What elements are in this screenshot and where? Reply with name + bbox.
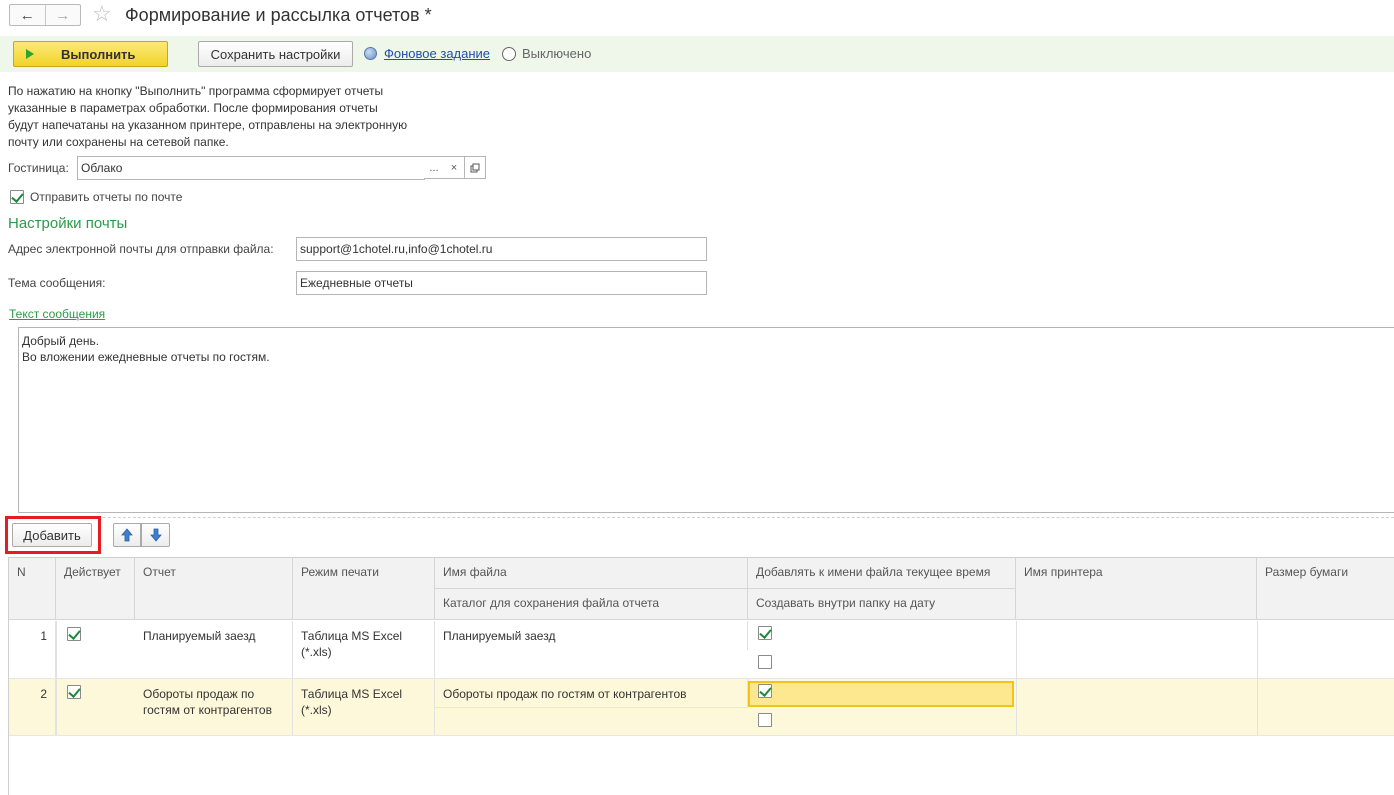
- column-divider: [1257, 621, 1258, 735]
- forward-button[interactable]: →: [46, 5, 81, 25]
- highlight-box: [5, 516, 101, 554]
- mail-settings-title: Настройки почты: [8, 215, 128, 232]
- row-active-checkbox[interactable]: [67, 685, 81, 699]
- row-number: 1: [9, 621, 56, 679]
- description-text: По нажатию на кнопку "Выполнить" програм…: [8, 84, 408, 149]
- background-job-status: Выключено: [522, 46, 592, 61]
- row-subdivider: [435, 707, 748, 708]
- column-header-save-dir[interactable]: Каталог для сохранения файла отчета: [435, 589, 748, 620]
- row-print-mode: Таблица MS Excel (*.xls): [293, 621, 435, 679]
- column-header-n[interactable]: N: [9, 558, 56, 620]
- run-button-label: Выполнить: [61, 47, 136, 62]
- send-by-mail-checkbox[interactable]: [10, 190, 24, 204]
- move-down-button[interactable]: [141, 523, 170, 547]
- hotel-clear-button[interactable]: ×: [444, 156, 465, 179]
- star-icon[interactable]: ☆: [92, 3, 112, 25]
- column-header-file-name[interactable]: Имя файла: [435, 558, 748, 589]
- column-header-report[interactable]: Отчет: [135, 558, 293, 620]
- message-textarea[interactable]: Добрый день. Во вложении ежедневные отче…: [18, 327, 1394, 513]
- subject-label: Тема сообщения:: [8, 276, 106, 290]
- background-job-link[interactable]: Фоновое задание: [384, 46, 490, 61]
- email-field[interactable]: support@1chotel.ru,info@1chotel.ru: [296, 237, 707, 261]
- row-create-folder-checkbox[interactable]: [758, 713, 772, 727]
- reports-table: N Действует Отчет Режим печати Имя файла…: [8, 557, 1394, 795]
- column-header-active[interactable]: Действует: [56, 558, 135, 620]
- focused-cell[interactable]: [748, 681, 1014, 707]
- run-button[interactable]: Выполнить: [13, 41, 168, 67]
- hotel-label: Гостиница:: [8, 161, 69, 175]
- row-print-mode: Таблица MS Excel (*.xls): [293, 679, 435, 735]
- send-by-mail-label: Отправить отчеты по почте: [30, 190, 183, 204]
- row-number: 2: [9, 679, 56, 735]
- column-divider: [56, 621, 57, 735]
- move-up-button[interactable]: [113, 523, 141, 547]
- navigation-buttons: ← →: [9, 4, 81, 26]
- row-add-time-checkbox[interactable]: [758, 684, 772, 698]
- open-window-icon: [470, 163, 480, 172]
- column-header-create-folder[interactable]: Создавать внутри папку на дату: [748, 589, 1016, 620]
- splitter[interactable]: [8, 517, 1394, 518]
- row-file-name: Обороты продаж по гостям от контрагентов: [435, 679, 748, 708]
- arrow-right-icon: →: [55, 6, 71, 24]
- arrow-left-icon: ←: [19, 6, 35, 24]
- hotel-select-button[interactable]: ...: [424, 156, 445, 179]
- column-divider: [1016, 621, 1017, 735]
- subject-field[interactable]: Ежедневные отчеты: [296, 271, 707, 295]
- arrow-down-icon: [149, 528, 162, 542]
- column-header-paper-size[interactable]: Размер бумаги: [1257, 558, 1394, 620]
- play-icon: [26, 49, 34, 59]
- row-active-checkbox[interactable]: [67, 627, 81, 641]
- hotel-open-button[interactable]: [465, 156, 486, 179]
- save-settings-button[interactable]: Сохранить настройки: [198, 41, 353, 67]
- message-text-link[interactable]: Текст сообщения: [9, 307, 105, 321]
- row-report: Обороты продаж по гостям от контрагентов: [135, 679, 293, 735]
- column-header-print-mode[interactable]: Режим печати: [293, 558, 435, 620]
- row-file-name: Планируемый заезд: [435, 621, 748, 650]
- background-job-status-radio[interactable]: [502, 47, 516, 61]
- row-divider: [9, 735, 1394, 736]
- row-add-time-checkbox[interactable]: [758, 626, 772, 640]
- globe-icon: [364, 47, 377, 60]
- row-create-folder-checkbox[interactable]: [758, 655, 772, 669]
- page-title: Формирование и рассылка отчетов *: [125, 5, 432, 25]
- column-header-add-time[interactable]: Добавлять к имени файла текущее время: [748, 558, 1016, 589]
- arrow-up-icon: [121, 528, 133, 542]
- hotel-field[interactable]: Облако: [77, 156, 425, 180]
- column-header-printer[interactable]: Имя принтера: [1016, 558, 1257, 620]
- email-label: Адрес электронной почты для отправки фай…: [8, 242, 274, 256]
- message-line: Во вложении ежедневные отчеты по гостям.: [22, 350, 270, 364]
- row-report: Планируемый заезд: [135, 621, 293, 679]
- back-button[interactable]: ←: [10, 5, 45, 25]
- message-line: Добрый день.: [22, 334, 100, 348]
